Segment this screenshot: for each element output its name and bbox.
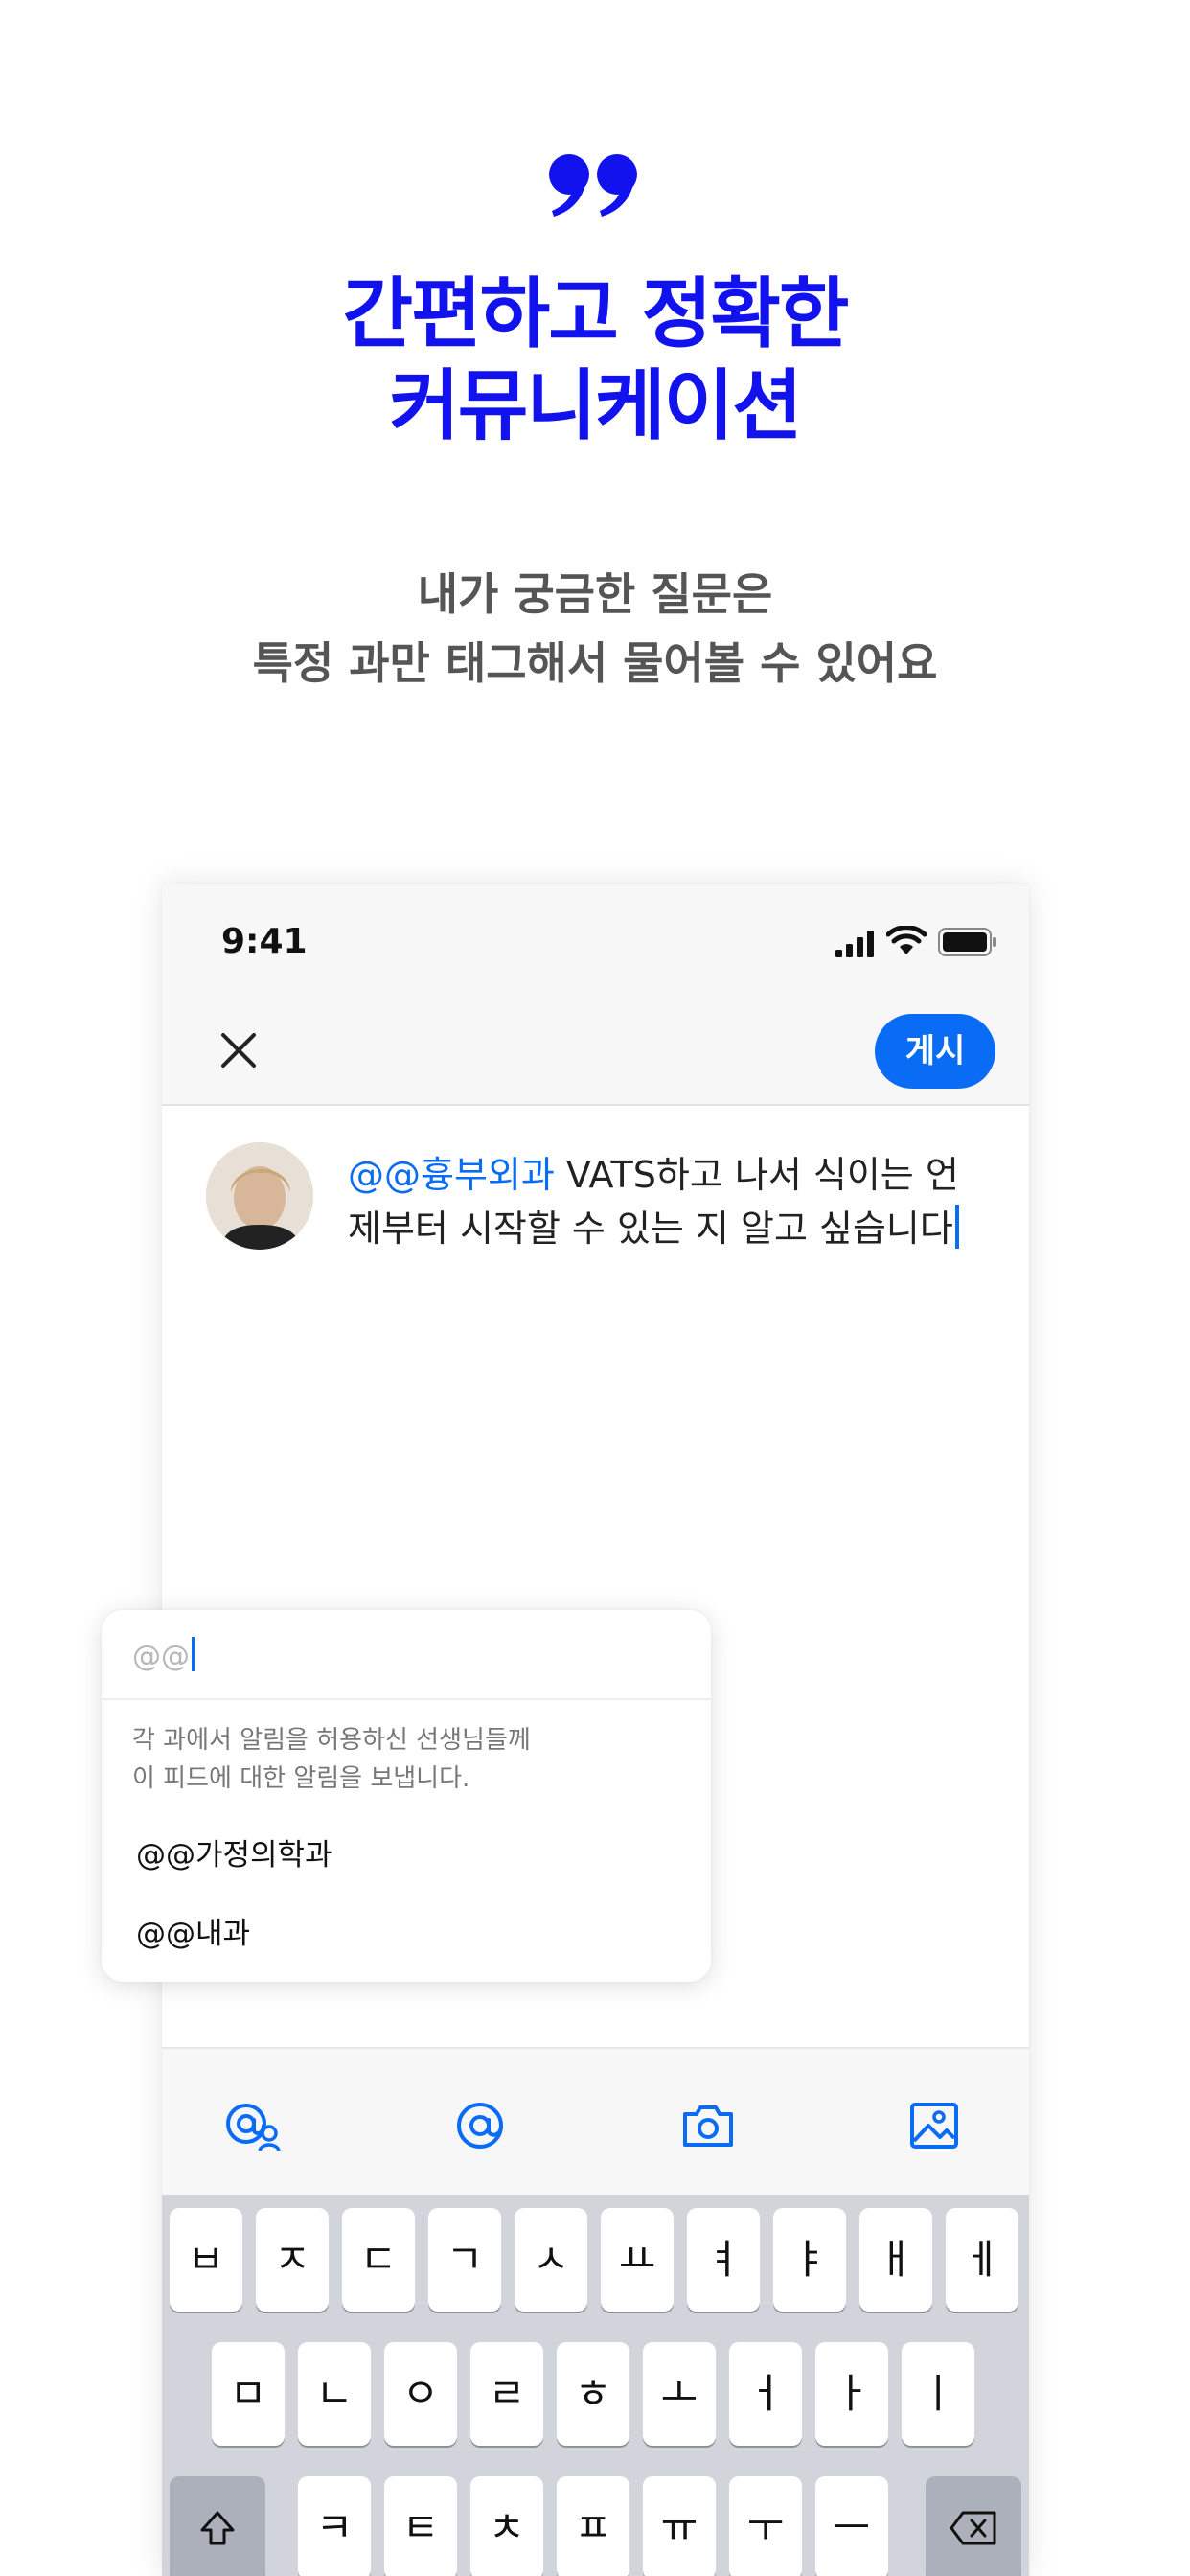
key[interactable]: ㅇ xyxy=(384,2342,457,2446)
key[interactable]: ㅛ xyxy=(601,2208,674,2312)
compose-text-line-2: 제부터 시작할 수 있는 지 알고 싶습니다 xyxy=(348,1208,953,1250)
key[interactable]: ㅠ xyxy=(643,2476,716,2576)
mention-popup-description: 각 과에서 알림을 허용하신 선생님들께 이 피드에 대한 알림을 보냅니다. xyxy=(132,1721,688,1798)
mention-search-input[interactable]: @@ xyxy=(102,1610,711,1700)
key[interactable]: ㅍ xyxy=(557,2476,629,2576)
headline-line-1: 간편하고 정확한 xyxy=(342,269,849,358)
mention-search-value: @@ xyxy=(132,1637,195,1673)
shift-icon xyxy=(200,2511,235,2545)
compose-text[interactable]: @@흉부외과 VATS하고 나서 식이는 언 제부터 시작할 수 있는 지 알고… xyxy=(348,1148,1009,1255)
status-bar: 9:41 xyxy=(162,884,1029,999)
key[interactable]: ㅏ xyxy=(815,2342,888,2446)
backspace-key[interactable] xyxy=(926,2476,1021,2576)
image-icon[interactable] xyxy=(905,2099,963,2152)
key[interactable]: ㅈ xyxy=(256,2208,329,2312)
mention-popup: @@ 각 과에서 알림을 허용하신 선생님들께 이 피드에 대한 알림을 보냅니… xyxy=(102,1610,711,1982)
post-button[interactable]: 게시 xyxy=(875,1014,995,1089)
key[interactable]: ㅣ xyxy=(902,2342,974,2446)
key[interactable]: ㅕ xyxy=(687,2208,760,2312)
subheadline-line-1: 내가 궁금한 질문은 xyxy=(417,568,773,620)
status-time: 9:41 xyxy=(221,922,308,961)
close-icon[interactable] xyxy=(216,1027,262,1073)
key[interactable]: ㅅ xyxy=(515,2208,587,2312)
key[interactable]: ㅔ xyxy=(946,2208,1018,2312)
wifi-icon xyxy=(886,926,927,954)
key[interactable]: ㅁ xyxy=(212,2342,285,2446)
key[interactable]: ㄹ xyxy=(470,2342,543,2446)
key[interactable]: ㅌ xyxy=(384,2476,457,2576)
key[interactable]: ㅎ xyxy=(557,2342,629,2446)
key[interactable]: ㅐ xyxy=(859,2208,932,2312)
key[interactable]: ㅋ xyxy=(298,2476,371,2576)
shift-key[interactable] xyxy=(170,2476,265,2576)
compose-text-line-1: VATS하고 나서 식이는 언 xyxy=(554,1154,959,1196)
subheadline: 내가 궁금한 질문은 특정 과만 태그해서 물어볼 수 있어요 xyxy=(0,560,1190,698)
description-line-2: 이 피드에 대한 알림을 보냅니다. xyxy=(132,1764,470,1793)
korean-keyboard: ㅂ ㅈ ㄷ ㄱ ㅅ ㅛ ㅕ ㅑ ㅐ ㅔ ㅁ ㄴ ㅇ ㄹ ㅎ ㅗ ㅓ ㅏ ㅣ ㅋ … xyxy=(162,2195,1029,2576)
key[interactable]: ㅓ xyxy=(729,2342,802,2446)
popup-cursor xyxy=(192,1637,195,1671)
key[interactable]: ㅑ xyxy=(773,2208,846,2312)
text-cursor xyxy=(954,1205,959,1249)
headline: 간편하고 정확한 커뮤니케이션 xyxy=(0,268,1190,452)
camera-icon[interactable] xyxy=(679,2099,737,2152)
mention-option[interactable]: @@가정의학과 xyxy=(136,1830,332,1874)
avatar xyxy=(206,1142,313,1250)
key[interactable]: ㄱ xyxy=(428,2208,501,2312)
signal-icon xyxy=(835,931,874,957)
key[interactable]: ㅂ xyxy=(170,2208,242,2312)
key[interactable]: ㄷ xyxy=(342,2208,415,2312)
mention-group-icon[interactable] xyxy=(223,2099,281,2152)
compose-nav-bar: 게시 xyxy=(162,999,1029,1106)
mention-icon[interactable] xyxy=(451,2099,509,2152)
key[interactable]: ㅗ xyxy=(643,2342,716,2446)
key[interactable]: ㅊ xyxy=(470,2476,543,2576)
battery-icon xyxy=(938,928,996,956)
subheadline-line-2: 특정 과만 태그해서 물어볼 수 있어요 xyxy=(252,637,938,689)
quote-icon xyxy=(549,154,637,217)
key[interactable]: ㅡ xyxy=(815,2476,888,2576)
mention-option[interactable]: @@내과 xyxy=(136,1909,250,1952)
compose-toolbar xyxy=(162,2047,1029,2195)
backspace-icon xyxy=(950,2511,996,2545)
headline-line-2: 커뮤니케이션 xyxy=(389,361,803,450)
key[interactable]: ㅜ xyxy=(729,2476,802,2576)
description-line-1: 각 과에서 알림을 허용하신 선생님들께 xyxy=(132,1726,531,1755)
key[interactable]: ㄴ xyxy=(298,2342,371,2446)
mention-tag[interactable]: @@흉부외과 xyxy=(348,1154,555,1196)
